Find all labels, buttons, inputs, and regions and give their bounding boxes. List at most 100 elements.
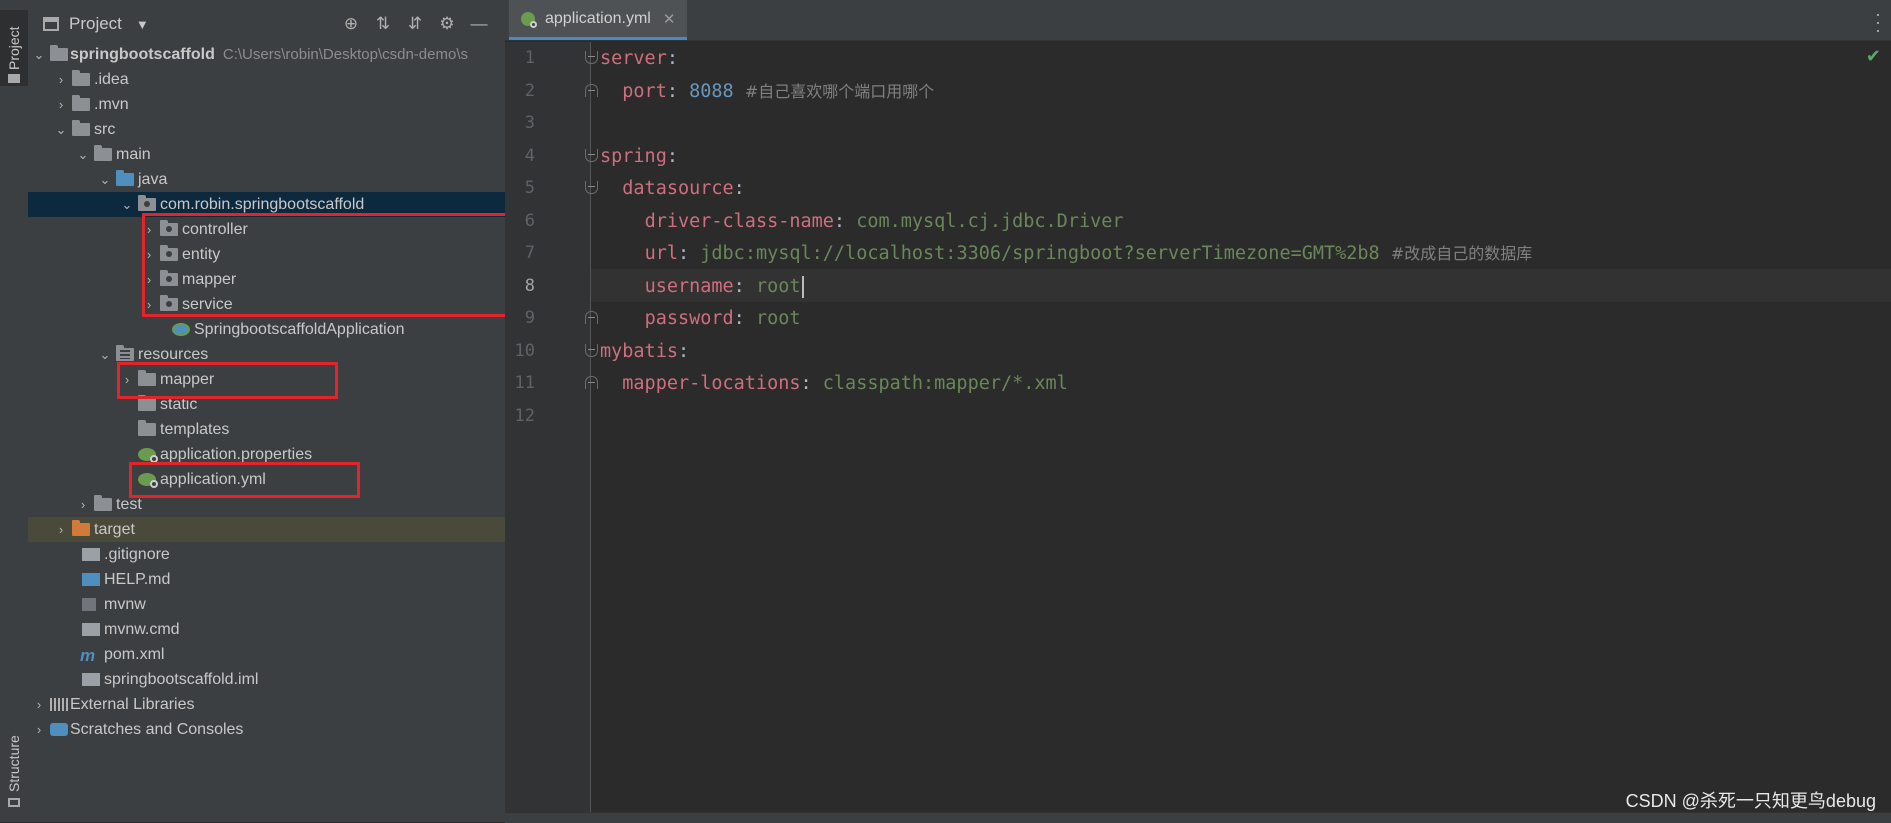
code-line-8[interactable]: username: root (600, 270, 804, 303)
tree-item-idea[interactable]: › .idea (28, 67, 505, 92)
project-window-icon (43, 17, 59, 31)
tree-item-root[interactable]: ⌄ springbootscaffold C:\Users\robin\Deskt… (28, 42, 505, 67)
chevron-right-icon[interactable]: › (76, 492, 90, 517)
close-icon[interactable]: ✕ (663, 10, 676, 28)
yaml-value: root (755, 276, 801, 297)
fold-end-icon[interactable] (585, 84, 598, 97)
yaml-key: spring (600, 146, 667, 167)
spring-config-icon (521, 11, 537, 28)
highlight-box-res-mapper (117, 362, 338, 399)
code-line-2[interactable]: port: 8088 #自己喜欢哪个端口用哪个 (600, 75, 934, 108)
line-number: 12 (514, 406, 535, 426)
chevron-right-icon[interactable]: › (32, 717, 46, 742)
tree-item-external-libraries[interactable]: › External Libraries (28, 692, 505, 717)
tree-item-label: SpringbootscaffoldApplication (194, 321, 405, 338)
fold-marker-icon[interactable] (585, 181, 598, 194)
chevron-down-icon[interactable]: ▼ (136, 17, 149, 32)
folder-icon (8, 74, 20, 83)
tree-item-pom[interactable]: m pom.xml (28, 642, 505, 667)
minimize-icon[interactable]: — (463, 12, 495, 36)
yaml-value: root (755, 308, 801, 329)
tree-item-mvnw-cmd[interactable]: mvnw.cmd (28, 617, 505, 642)
tree-item-java[interactable]: ⌄ java (28, 167, 505, 192)
chevron-down-icon[interactable]: ⌄ (76, 142, 90, 167)
chevron-right-icon[interactable]: › (32, 692, 46, 717)
tree-item-main[interactable]: ⌄ main (28, 142, 505, 167)
fold-marker-icon[interactable] (585, 51, 598, 64)
package-icon (138, 195, 156, 211)
spring-boot-class-icon (172, 323, 190, 336)
module-file-icon (82, 673, 100, 686)
spring-config-icon (138, 448, 158, 463)
folder-icon (94, 145, 112, 161)
chevron-down-icon[interactable]: ⌄ (54, 117, 68, 142)
chevron-right-icon[interactable]: › (54, 92, 68, 117)
line-number: 9 (524, 308, 535, 328)
editor-area: application.yml ✕ · · · 1 2 3 4 5 6 7 8 9 … (505, 0, 1891, 823)
line-number: 5 (524, 178, 535, 198)
scratches-icon (50, 723, 68, 736)
tree-item-src[interactable]: ⌄ src (28, 117, 505, 142)
no-problems-check-icon[interactable]: ✔ (1866, 46, 1881, 67)
tree-item-label: .gitignore (104, 546, 170, 563)
more-options-icon[interactable]: · · · (1873, 5, 1883, 39)
tree-item-templates[interactable]: templates (28, 417, 505, 442)
tree-item-label: src (94, 121, 116, 138)
chevron-down-icon[interactable]: ⌄ (98, 167, 112, 192)
tree-item-app-class[interactable]: SpringbootscaffoldApplication (28, 317, 505, 342)
fold-end-icon[interactable] (585, 376, 598, 389)
yaml-key: url (644, 243, 678, 264)
chevron-down-icon[interactable]: ⌄ (32, 42, 46, 67)
project-view-selector[interactable]: Project (69, 14, 122, 34)
code-line-5[interactable]: datasource: (600, 172, 745, 205)
yaml-value: 8088 (689, 81, 734, 102)
fold-marker-icon[interactable] (585, 344, 598, 357)
tool-window-strip: Project Structure (0, 0, 29, 822)
resources-folder-icon (116, 345, 134, 361)
folder-icon (72, 70, 90, 86)
root-project-name: springbootscaffold (70, 46, 215, 63)
code-line-9[interactable]: password: root (600, 302, 801, 335)
yaml-comment: #自己喜欢哪个端口用哪个 (744, 82, 935, 101)
source-folder-icon (116, 170, 134, 186)
tab-application-yml[interactable]: application.yml ✕ (509, 0, 687, 40)
tree-item-target[interactable]: › target (28, 517, 505, 542)
code-line-6[interactable]: driver-class-name: com.mysql.cj.jdbc.Dri… (600, 205, 1124, 238)
tree-item-label: mvnw.cmd (104, 621, 180, 638)
yaml-value: jdbc:mysql://localhost:3306/springboot?s… (700, 243, 1380, 264)
code-line-10[interactable]: mybatis: (600, 335, 689, 368)
yaml-key: mybatis (600, 341, 678, 362)
tree-item-iml[interactable]: springbootscaffold.iml (28, 667, 505, 692)
structure-tool-tab[interactable]: Structure (0, 720, 28, 810)
yaml-key: datasource (622, 178, 734, 199)
collapse-all-icon[interactable]: ⇵ (399, 12, 431, 36)
yaml-key: mapper-locations (622, 373, 801, 394)
fold-end-icon[interactable] (585, 311, 598, 324)
tree-item-mvnw[interactable]: mvnw (28, 592, 505, 617)
chevron-right-icon[interactable]: › (54, 517, 68, 542)
chevron-down-icon[interactable]: ⌄ (98, 342, 112, 367)
project-tool-tab[interactable]: Project (0, 10, 28, 86)
tree-item-scratches[interactable]: › Scratches and Consoles (28, 717, 505, 742)
yaml-value: com.mysql.cj.jdbc.Driver (856, 211, 1124, 232)
tree-item-gitignore[interactable]: .gitignore (28, 542, 505, 567)
chevron-down-icon[interactable]: ⌄ (120, 192, 134, 217)
gear-icon[interactable]: ⚙ (431, 12, 463, 36)
text-file-icon (82, 623, 100, 636)
chevron-right-icon[interactable]: › (54, 67, 68, 92)
fold-marker-icon[interactable] (585, 149, 598, 162)
code-line-4[interactable]: spring: (600, 140, 678, 173)
tree-item-label: Scratches and Consoles (70, 721, 244, 738)
code-line-11[interactable]: mapper-locations: classpath:mapper/*.xml (600, 367, 1068, 400)
folder-icon (138, 420, 156, 436)
expand-all-icon[interactable]: ⇅ (367, 12, 399, 36)
locate-icon[interactable]: ⊕ (335, 12, 367, 36)
code-line-7[interactable]: url: jdbc:mysql://localhost:3306/springb… (600, 237, 1533, 270)
code-line-1[interactable]: server: (600, 42, 678, 75)
structure-tool-tab-label: Structure (6, 735, 22, 792)
tree-item-label: target (94, 521, 135, 538)
tree-item-mvn[interactable]: › .mvn (28, 92, 505, 117)
structure-icon (8, 798, 20, 807)
tree-item-label: main (116, 146, 151, 163)
tree-item-help[interactable]: HELP.md (28, 567, 505, 592)
